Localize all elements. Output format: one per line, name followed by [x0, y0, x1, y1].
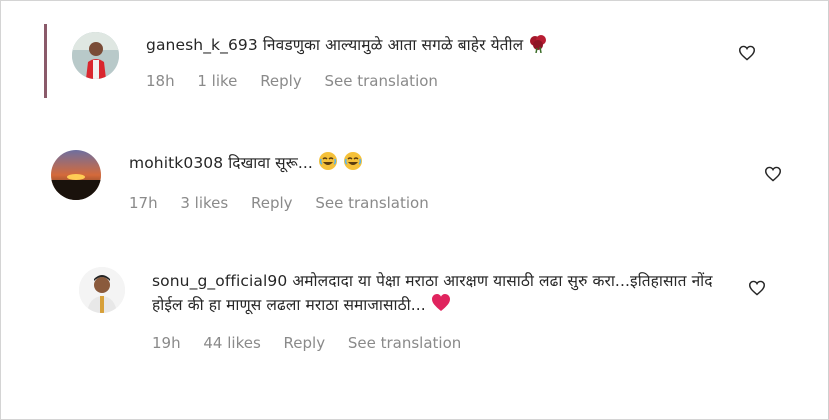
avatar-image	[51, 150, 101, 200]
comment-time: 19h	[152, 334, 181, 352]
like-heart-icon[interactable]	[748, 280, 766, 296]
reply-button[interactable]: Reply	[284, 334, 326, 352]
avatar[interactable]	[79, 267, 125, 313]
grinning-emoji-icon	[344, 152, 363, 170]
see-translation-link[interactable]: See translation	[315, 194, 428, 212]
reply-button[interactable]: Reply	[260, 72, 302, 90]
comment-username[interactable]: ganesh_k_693	[146, 36, 258, 54]
comment-likes[interactable]: 44 likes	[203, 334, 260, 352]
reply-button[interactable]: Reply	[251, 194, 293, 212]
avatar[interactable]	[51, 150, 101, 200]
comment-username[interactable]: sonu_g_official90	[152, 272, 287, 290]
avatar-image	[72, 32, 119, 79]
comment-text: निवडणुका आल्यामुळे आता सगळे बाहेर येतील	[262, 36, 524, 54]
comment-likes[interactable]: 1 like	[197, 72, 237, 90]
see-translation-link[interactable]: See translation	[325, 72, 438, 90]
rose-emoji-icon	[530, 35, 547, 53]
red-heart-emoji-icon	[431, 294, 450, 311]
see-translation-link[interactable]: See translation	[348, 334, 461, 352]
comment-username[interactable]: mohitk0308	[129, 154, 223, 172]
comment-time: 17h	[129, 194, 158, 212]
like-heart-icon[interactable]	[764, 166, 782, 182]
avatar[interactable]	[72, 32, 119, 79]
like-heart-icon[interactable]	[738, 45, 756, 61]
avatar-image	[79, 267, 125, 313]
comment-time: 18h	[146, 72, 175, 90]
thread-indicator	[44, 24, 47, 98]
comment-likes[interactable]: 3 likes	[180, 194, 228, 212]
grinning-emoji-icon	[318, 152, 337, 170]
comment-text: दिखावा सूरू...	[228, 154, 313, 172]
